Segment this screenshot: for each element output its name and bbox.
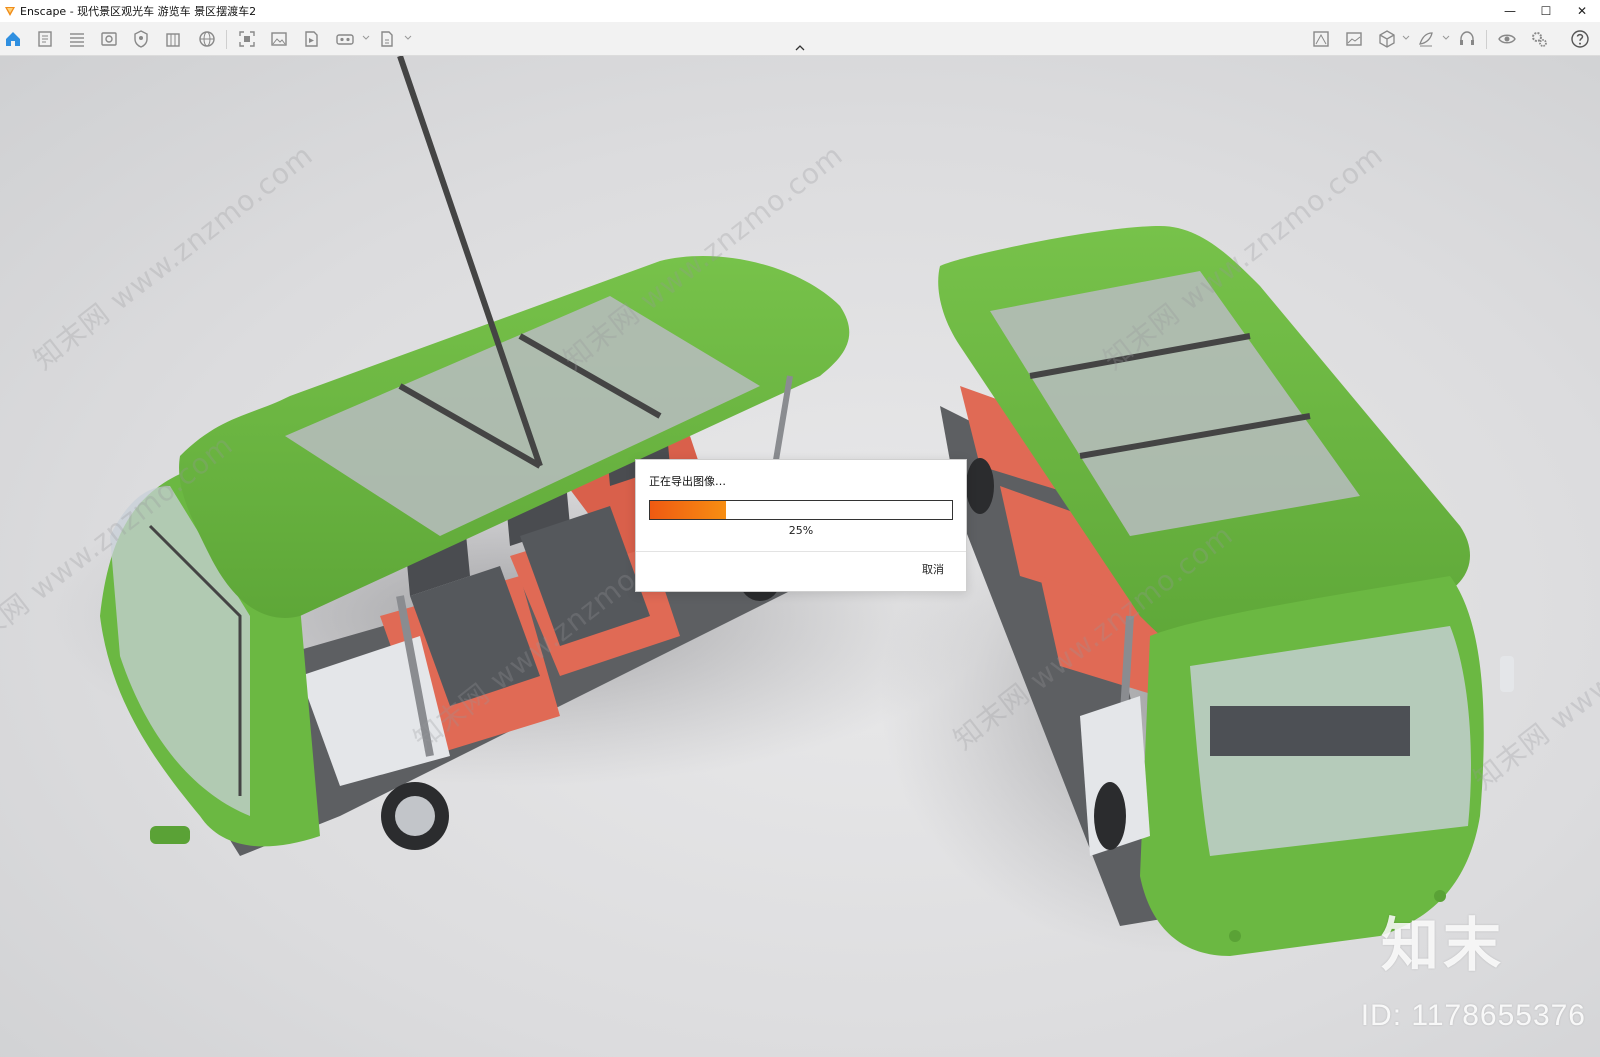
globe-icon[interactable] [196, 28, 218, 50]
building-icon[interactable] [162, 28, 184, 50]
minimize-button[interactable]: — [1492, 0, 1528, 22]
dialog-message: 正在导出图像… [649, 475, 726, 488]
watermark-id-label: ID: 1178655376 [1360, 999, 1586, 1032]
asset-library-icon[interactable] [1310, 28, 1332, 50]
progress-bar-fill [650, 501, 726, 519]
maximize-button[interactable]: ☐ [1528, 0, 1564, 22]
vr-dropdown-chevron-down-icon[interactable] [362, 34, 370, 42]
image-compare-icon[interactable] [1343, 28, 1365, 50]
sketch-dropdown-chevron-down-icon[interactable] [1442, 34, 1450, 42]
enscape-logo-icon [5, 7, 15, 16]
help-icon[interactable] [1569, 28, 1591, 50]
headset-icon[interactable] [1456, 28, 1478, 50]
export-progress-dialog: 正在导出图像… 25% 取消 [635, 459, 967, 592]
progress-percentage: 25% [788, 524, 814, 537]
video-icon[interactable] [300, 28, 322, 50]
layers-icon[interactable] [66, 28, 88, 50]
cancel-button[interactable]: 取消 [922, 561, 944, 577]
collapse-toolbar-chevron-up-icon[interactable] [792, 43, 808, 53]
watermark-logo: 知末 [1380, 911, 1505, 979]
cube-dropdown-chevron-down-icon[interactable] [1402, 34, 1410, 42]
progress-bar [649, 500, 953, 520]
dialog-divider [636, 551, 966, 552]
home-icon[interactable] [2, 28, 24, 50]
cube-icon[interactable] [1376, 28, 1398, 50]
vr-icon[interactable] [334, 28, 356, 50]
gears-icon[interactable] [1528, 28, 1550, 50]
screenshot-icon[interactable] [236, 28, 258, 50]
export-dropdown-chevron-down-icon[interactable] [404, 34, 412, 42]
close-button[interactable]: ✕ [1564, 0, 1600, 22]
view-icon[interactable] [98, 28, 120, 50]
toolbar-separator [1486, 30, 1487, 49]
window-title: Enscape - 现代景区观光车 游览车 景区摆渡车2 [20, 5, 257, 18]
eye-icon[interactable] [1496, 28, 1518, 50]
export-icon[interactable] [376, 28, 398, 50]
document-icon[interactable] [34, 28, 56, 50]
settings-shield-icon[interactable] [130, 28, 152, 50]
image-icon[interactable] [268, 28, 290, 50]
title-bar: Enscape - 现代景区观光车 游览车 景区摆渡车2 — ☐ ✕ [0, 0, 1600, 22]
toolbar-separator [226, 30, 227, 49]
sketch-icon[interactable] [1415, 28, 1437, 50]
